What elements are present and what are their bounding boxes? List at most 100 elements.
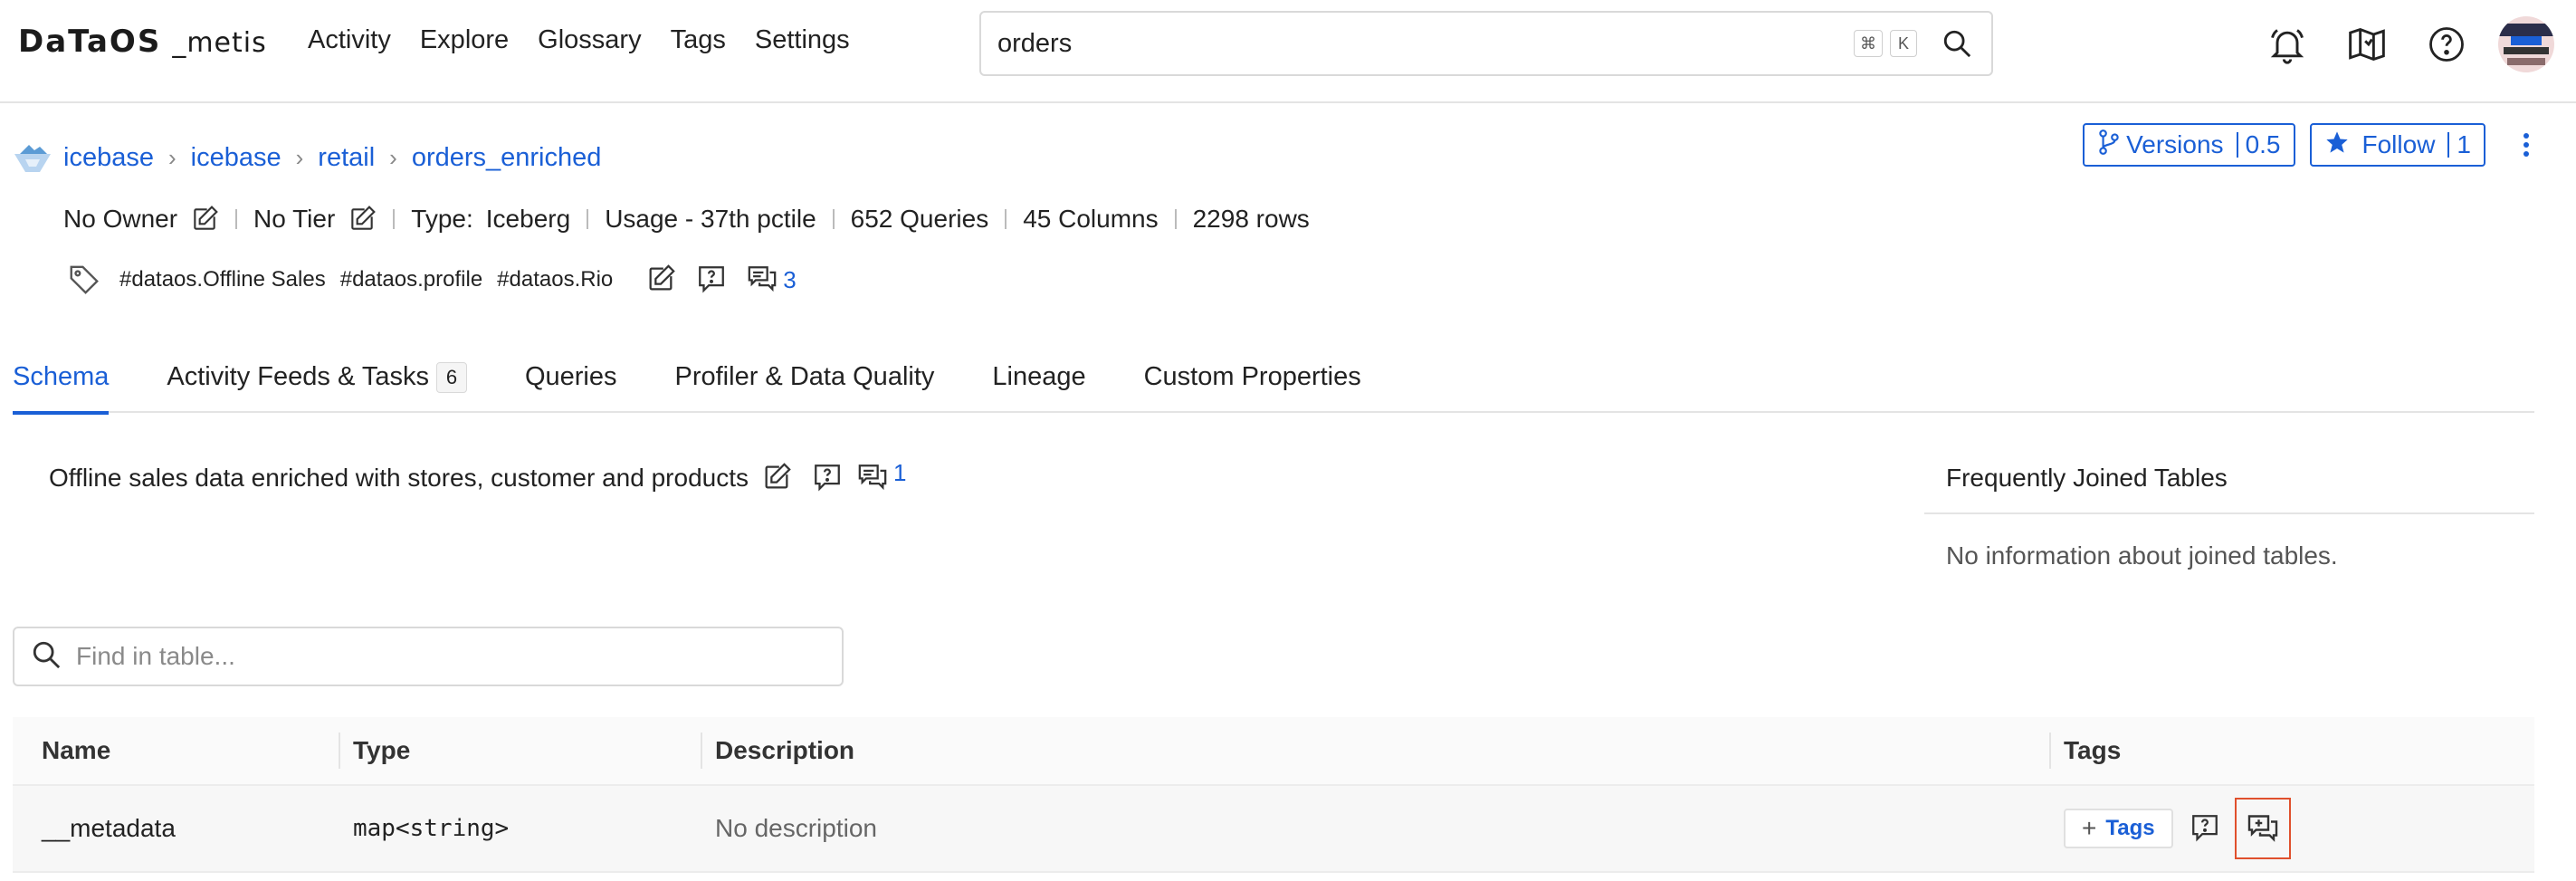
type-field: Type: Iceberg	[411, 205, 570, 234]
queries-count: 652 Queries	[850, 205, 989, 233]
notification-bell-icon[interactable]	[2263, 20, 2312, 69]
edit-tier-icon[interactable]	[348, 205, 377, 234]
star-icon	[2324, 129, 2350, 161]
versions-button[interactable]: Versions 0.5	[2083, 123, 2295, 167]
joined-tables-title: Frequently Joined Tables	[1924, 453, 2534, 514]
breadcrumb-service[interactable]: icebase	[63, 143, 154, 173]
top-right-icons	[2232, 16, 2554, 72]
usage-value: Usage - 37th pctile	[605, 205, 816, 233]
nav-item-explore[interactable]: Explore	[420, 25, 509, 55]
tier-value: No Tier	[253, 205, 336, 233]
edit-owner-icon[interactable]	[190, 205, 219, 234]
shortcut-k-key: K	[1890, 30, 1917, 57]
tab-activity-feeds[interactable]: Activity Feeds & Tasks 6	[167, 344, 467, 413]
tab-profiler[interactable]: Profiler & Data Quality	[675, 344, 935, 413]
shortcut-cmd-key: ⌘	[1854, 30, 1883, 57]
help-icon[interactable]	[2422, 20, 2471, 69]
description-conversation-count[interactable]: 1	[893, 459, 906, 487]
chevron-right-icon: ›	[167, 143, 177, 171]
entity-tabs: Schema Activity Feeds & Tasks 6 Queries …	[13, 344, 2534, 415]
cell-name: __metadata	[42, 814, 176, 842]
user-avatar[interactable]	[2498, 16, 2554, 72]
tab-label: Custom Properties	[1143, 362, 1361, 391]
tab-label: Schema	[13, 362, 110, 391]
table-search-input[interactable]	[76, 642, 825, 671]
type-label: Type:	[411, 205, 473, 233]
cell-description: No description	[715, 814, 877, 842]
tab-label: Queries	[524, 362, 617, 391]
search-icon[interactable]	[1939, 25, 1975, 62]
cell-tags: + Tags	[2049, 798, 2534, 859]
edit-description-icon[interactable]	[761, 462, 794, 494]
version-branch-icon	[2097, 129, 2121, 162]
more-options-icon[interactable]	[2513, 123, 2540, 167]
column-header-description[interactable]: Description	[701, 733, 2049, 769]
tags-conversation-count[interactable]: 3	[783, 266, 796, 294]
request-tags-icon[interactable]	[2190, 812, 2222, 845]
owner-value: No Owner	[63, 205, 178, 233]
add-tags-button[interactable]: + Tags	[2064, 809, 2173, 848]
edit-tags-icon[interactable]	[645, 263, 678, 296]
tag-chip[interactable]: #dataos.Offline Sales	[119, 267, 326, 292]
request-description-icon[interactable]	[812, 462, 844, 494]
start-conversation-icon[interactable]	[2234, 798, 2291, 859]
conversation-icon[interactable]	[747, 263, 779, 296]
iceberg-database-icon	[13, 141, 52, 174]
tab-queries[interactable]: Queries	[525, 344, 617, 413]
tab-label: Profiler & Data Quality	[674, 362, 935, 391]
plus-icon: +	[2082, 814, 2097, 842]
follow-count: 1	[2457, 130, 2471, 158]
versions-value: 0.5	[2245, 130, 2281, 158]
rows-count: 2298 rows	[1192, 205, 1310, 233]
column-header-type[interactable]: Type	[339, 733, 701, 769]
app-logo[interactable]: DaTaOS _metis	[18, 24, 267, 60]
tag-chip[interactable]: #dataos.profile	[340, 267, 482, 292]
breadcrumb-database[interactable]: icebase	[191, 143, 281, 173]
follow-label: Follow	[2361, 130, 2436, 158]
chevron-right-icon: ›	[389, 143, 397, 171]
follow-button[interactable]: Follow 1	[2309, 123, 2485, 167]
tag-icon	[67, 263, 101, 297]
global-search-input[interactable]	[997, 28, 1854, 59]
owner-field: No Owner	[63, 205, 219, 234]
global-search: ⌘ K	[979, 11, 1993, 76]
versions-label: Versions	[2126, 130, 2224, 158]
main-nav: Activity Explore Glossary Tags Settings	[308, 25, 879, 55]
column-header-tags[interactable]: Tags	[2049, 733, 2534, 769]
table-search	[13, 627, 844, 686]
nav-item-settings[interactable]: Settings	[755, 25, 850, 55]
conversation-icon[interactable]	[857, 462, 890, 494]
table-header: Name Type Description Tags	[13, 717, 2534, 786]
request-tags-icon[interactable]	[696, 263, 729, 296]
logo-sub-text: _metis	[172, 27, 267, 59]
tour-map-icon[interactable]	[2342, 20, 2391, 69]
schema-table: Name Type Description Tags __metadata ma…	[13, 717, 2534, 873]
nav-item-activity[interactable]: Activity	[308, 25, 391, 55]
tab-label: Lineage	[992, 362, 1086, 391]
breadcrumb-schema[interactable]: retail	[318, 143, 375, 173]
tab-label: Activity Feeds & Tasks	[167, 362, 429, 391]
type-value: Iceberg	[485, 205, 571, 233]
breadcrumb-table[interactable]: orders_enriched	[412, 143, 602, 173]
search-icon	[31, 639, 62, 675]
top-navbar: DaTaOS _metis Activity Explore Glossary …	[0, 0, 2576, 103]
tab-schema[interactable]: Schema	[13, 344, 110, 415]
table-row: __metadata map<string> No description + …	[13, 786, 2534, 873]
tag-chip[interactable]: #dataos.Rio	[497, 267, 613, 292]
cell-type: map<string>	[353, 815, 510, 842]
entity-tags: #dataos.Offline Sales #dataos.profile #d…	[67, 263, 797, 297]
table-description: Offline sales data enriched with stores,…	[49, 459, 906, 494]
tab-custom-properties[interactable]: Custom Properties	[1144, 344, 1361, 413]
nav-item-tags[interactable]: Tags	[671, 25, 726, 55]
columns-count: 45 Columns	[1023, 205, 1159, 233]
joined-tables-empty: No information about joined tables.	[1946, 541, 2338, 570]
breadcrumb: icebase › icebase › retail › orders_enri…	[13, 141, 601, 174]
chevron-right-icon: ›	[295, 143, 304, 171]
entity-meta: No Owner No Tier Type: Iceberg Usage - 3…	[63, 205, 1310, 234]
description-text: Offline sales data enriched with stores,…	[49, 464, 749, 492]
column-header-name[interactable]: Name	[13, 733, 339, 769]
tab-lineage[interactable]: Lineage	[992, 344, 1085, 413]
tab-count-badge: 6	[435, 362, 467, 393]
entity-actions: Versions 0.5 Follow 1	[2068, 123, 2540, 167]
nav-item-glossary[interactable]: Glossary	[538, 25, 641, 55]
